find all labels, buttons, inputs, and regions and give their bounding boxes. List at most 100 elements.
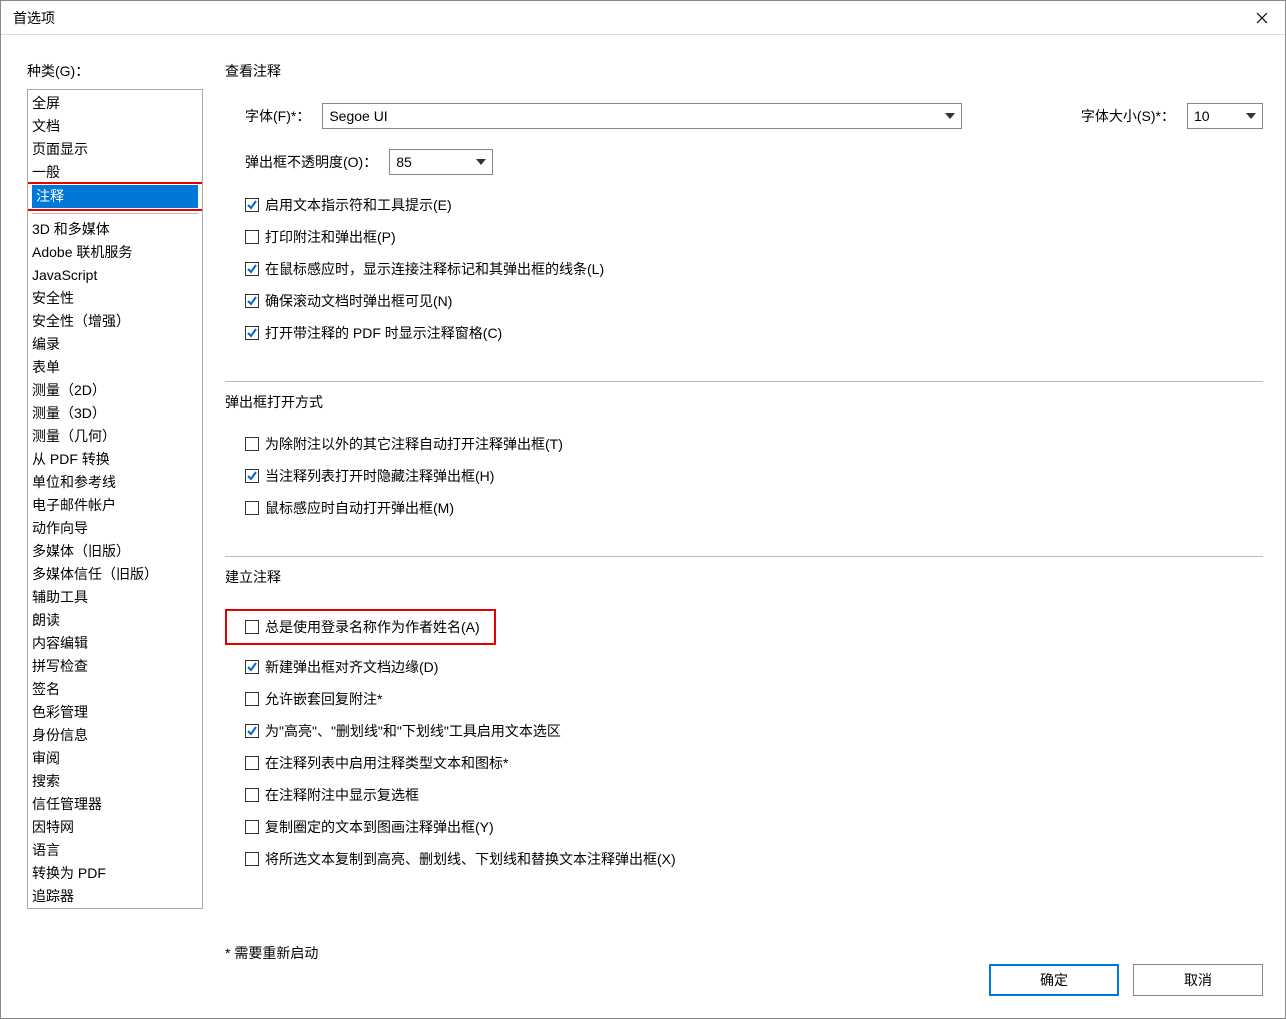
category-item[interactable]: 一般 [28,161,202,184]
checkbox-row[interactable]: 在注释列表中启用注释类型文本和图标* [225,753,1263,773]
checkbox-row-author[interactable]: 总是使用登录名称作为作者姓名(A) [245,617,480,637]
category-item[interactable]: 安全性（增强） [28,310,202,333]
category-item[interactable]: 审阅 [28,747,202,770]
section-view-comments: 查看注释 字体(F)*： Segoe UI 字体大小(S)*： 10 弹出框不透… [225,61,1263,382]
checkbox[interactable] [245,756,259,770]
checkbox-label: 允许嵌套回复附注* [265,689,382,709]
category-item[interactable]: 色彩管理 [28,701,202,724]
category-item[interactable]: 拼写检查 [28,655,202,678]
category-item[interactable]: Adobe 联机服务 [28,241,202,264]
checkbox-label: 启用文本指示符和工具提示(E) [265,195,452,215]
category-item[interactable]: 语言 [28,839,202,862]
category-item[interactable]: 页面显示 [28,138,202,161]
checkbox-label: 当注释列表打开时隐藏注释弹出框(H) [265,466,494,486]
category-item[interactable]: 身份信息 [28,724,202,747]
font-select[interactable]: Segoe UI [322,103,962,129]
close-button[interactable] [1239,1,1285,34]
section-title-create: 建立注释 [225,567,1263,587]
checkbox[interactable] [245,660,259,674]
checkbox-label: 将所选文本复制到高亮、删划线、下划线和替换文本注释弹出框(X) [265,849,676,869]
preferences-dialog: 首选项 种类(G)： 全屏文档页面显示一般注释 3D 和多媒体Adobe 联机服务… [0,0,1286,1019]
font-size-select[interactable]: 10 [1187,103,1263,129]
checkbox-row[interactable]: 启用文本指示符和工具提示(E) [225,195,1263,215]
author-checkbox-label: 总是使用登录名称作为作者姓名(A) [265,617,480,637]
checkbox[interactable] [245,469,259,483]
category-item[interactable]: 电子邮件帐户 [28,494,202,517]
checkbox[interactable] [245,501,259,515]
checkbox-row[interactable]: 鼠标感应时自动打开弹出框(M) [225,498,1263,518]
category-item[interactable]: 安全性 [28,287,202,310]
checkbox-row[interactable]: 复制圈定的文本到图画注释弹出框(Y) [225,817,1263,837]
category-list[interactable]: 全屏文档页面显示一般注释3D 和多媒体Adobe 联机服务JavaScript安… [27,89,203,909]
category-item[interactable]: 追踪器 [28,885,202,908]
opacity-label: 弹出框不透明度(O)： [245,152,377,172]
category-item[interactable]: 从 PDF 转换 [28,448,202,471]
category-item[interactable]: 内容编辑 [28,632,202,655]
category-item[interactable]: 动作向导 [28,517,202,540]
category-item[interactable]: 测量（2D） [28,379,202,402]
opacity-select[interactable]: 85 [389,149,493,175]
checkbox-label: 打开带注释的 PDF 时显示注释窗格(C) [265,323,502,343]
ok-button[interactable]: 确定 [989,964,1119,996]
checkbox-row[interactable]: 在鼠标感应时，显示连接注释标记和其弹出框的线条(L) [225,259,1263,279]
category-item[interactable]: 辅助工具 [28,586,202,609]
category-item[interactable]: 搜索 [28,770,202,793]
checkbox-row[interactable]: 允许嵌套回复附注* [225,689,1263,709]
checkbox[interactable] [245,326,259,340]
sidebar-label: 种类(G)： [27,61,203,81]
close-icon [1256,12,1268,24]
checkbox-row[interactable]: 当注释列表打开时隐藏注释弹出框(H) [225,466,1263,486]
category-item[interactable]: 编录 [28,333,202,356]
checkbox[interactable] [245,692,259,706]
content-area: 种类(G)： 全屏文档页面显示一般注释 3D 和多媒体Adobe 联机服务Java… [1,35,1285,1018]
checkbox[interactable] [245,262,259,276]
checkbox-row[interactable]: 为除附注以外的其它注释自动打开注释弹出框(T) [225,434,1263,454]
checkbox[interactable] [245,852,259,866]
category-highlight: 注释 [27,182,203,211]
checkbox[interactable] [245,788,259,802]
checkbox[interactable] [245,724,259,738]
checkbox-row[interactable]: 将所选文本复制到高亮、删划线、下划线和替换文本注释弹出框(X) [225,849,1263,869]
category-item[interactable]: 注释 [32,185,198,208]
section-title-view: 查看注释 [225,61,1263,81]
category-item[interactable]: 多媒体（旧版） [28,540,202,563]
category-item[interactable]: 全屏 [28,92,202,115]
category-item[interactable]: 测量（3D） [28,402,202,425]
font-row: 字体(F)*： Segoe UI 字体大小(S)*： 10 [225,103,1263,129]
checkbox[interactable] [245,198,259,212]
category-item[interactable]: JavaScript [28,264,202,287]
checkbox-label: 在鼠标感应时，显示连接注释标记和其弹出框的线条(L) [265,259,604,279]
category-item[interactable]: 签名 [28,678,202,701]
checkbox[interactable] [245,820,259,834]
section-create-comments: 建立注释 总是使用登录名称作为作者姓名(A) 新建弹出框对齐文档边缘(D) 允许嵌… [225,567,1263,907]
category-item[interactable]: 转换为 PDF [28,862,202,885]
section-title-popup: 弹出框打开方式 [225,392,1263,412]
category-item[interactable]: 单位和参考线 [28,471,202,494]
checkbox-label: 为"高亮"、"删划线"和"下划线"工具启用文本选区 [265,721,561,741]
checkbox-row[interactable]: 确保滚动文档时弹出框可见(N) [225,291,1263,311]
restart-footnote: * 需要重新启动 [225,943,1263,963]
category-item[interactable]: 文档 [28,115,202,138]
category-item[interactable]: 多媒体信任（旧版） [28,563,202,586]
category-item[interactable]: 测量（几何） [28,425,202,448]
checkbox-row[interactable]: 打印附注和弹出框(P) [225,227,1263,247]
checkbox[interactable] [245,437,259,451]
author-checkbox[interactable] [245,620,259,634]
checkbox-label: 在注释附注中显示复选框 [265,785,419,805]
category-item[interactable]: 朗读 [28,609,202,632]
category-item[interactable]: 3D 和多媒体 [28,218,202,241]
checkbox-row[interactable]: 打开带注释的 PDF 时显示注释窗格(C) [225,323,1263,343]
window-title: 首选项 [13,8,55,28]
cancel-button[interactable]: 取消 [1133,964,1263,996]
checkbox-row[interactable]: 在注释附注中显示复选框 [225,785,1263,805]
category-item[interactable]: 信任管理器 [28,793,202,816]
category-item[interactable]: 表单 [28,356,202,379]
checkbox-row[interactable]: 为"高亮"、"删划线"和"下划线"工具启用文本选区 [225,721,1263,741]
checkbox-row[interactable]: 新建弹出框对齐文档边缘(D) [225,657,1263,677]
checkbox[interactable] [245,294,259,308]
checkbox-label: 复制圈定的文本到图画注释弹出框(Y) [265,817,494,837]
checkbox-label: 为除附注以外的其它注释自动打开注释弹出框(T) [265,434,563,454]
title-bar: 首选项 [1,1,1285,35]
checkbox[interactable] [245,230,259,244]
category-item[interactable]: 因特网 [28,816,202,839]
